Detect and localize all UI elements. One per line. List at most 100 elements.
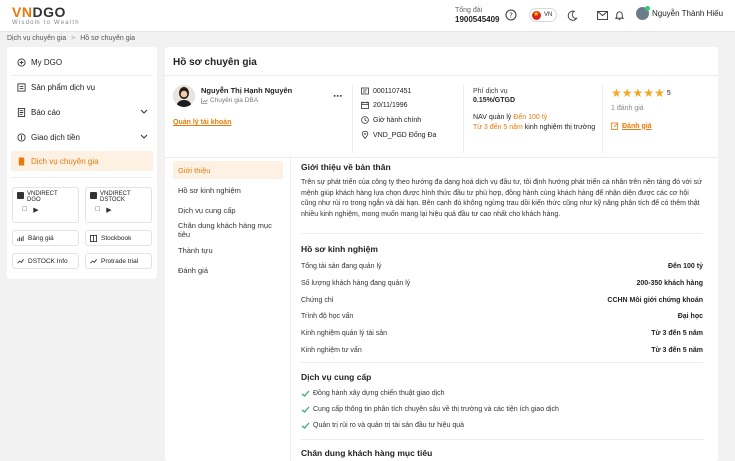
vndirect-logo-icon <box>17 192 24 199</box>
sidebar-divider <box>11 177 153 178</box>
experience-row: Chứng chỉ CCHN Môi giới chứng khoán <box>301 297 703 304</box>
chevron-down-icon[interactable] <box>140 132 148 142</box>
star-icon: ★ <box>621 86 633 100</box>
experience-value: Từ 3 đến 5 năm <box>473 124 523 131</box>
tool-stockbook[interactable]: Stockbook <box>85 230 152 246</box>
experience-key: Số lượng khách hàng đang quản lý <box>301 280 411 287</box>
user-avatar <box>636 6 650 20</box>
breadcrumb-separator: > <box>71 35 76 42</box>
working-hours: Giờ hành chính <box>361 116 421 124</box>
experience-key: Trình độ học vấn <box>301 313 354 320</box>
google-play-icon[interactable]: ▶ <box>106 206 111 214</box>
tool-label: Protrade trial <box>101 257 139 265</box>
sidebar-item-label: Báo cáo <box>31 107 61 117</box>
hotline-label: Tổng đài <box>455 7 483 14</box>
content-divider <box>301 233 703 234</box>
help-icon[interactable]: ? <box>504 8 518 22</box>
service-item: Đồng hành xây dựng chiến thuật giao dịch <box>301 389 445 398</box>
vndirect-logo-icon <box>90 192 97 199</box>
chevron-down-icon[interactable] <box>140 107 148 117</box>
sidebar-item-expert-service[interactable]: Dịch vụ chuyên gia <box>11 151 153 171</box>
service-fee-label: Phí dịch vụ <box>473 88 508 95</box>
expert-role: Chuyên gia DBA <box>201 97 258 104</box>
rating-count: 1 đánh giá <box>611 105 644 112</box>
service-item: Quản trị rủi ro và quản trị tài sản đầu … <box>301 421 464 430</box>
service-item-text: Cung cấp thông tin phân tích chuyên sâu … <box>313 406 559 413</box>
logo-vn: VN <box>12 4 33 20</box>
mail-icon[interactable] <box>595 8 609 22</box>
manage-account-link[interactable]: Quản lý tài khoản <box>173 119 231 126</box>
id-card-icon <box>361 87 369 95</box>
star-icon: ★ <box>632 86 644 100</box>
write-review-link[interactable]: Đánh giá <box>611 122 652 130</box>
tab-target-customers[interactable]: Chân dung khách hàng mục tiêu <box>173 221 283 239</box>
logo-tagline: Wisdom to Wealth <box>12 20 80 26</box>
target-customers-title: Chân dung khách hàng mục tiêu <box>301 448 433 458</box>
product-icon <box>16 82 26 92</box>
app-card-vndirect-dstock[interactable]: VNDIRECTDSTOCK ▶ <box>85 187 152 223</box>
tool-price-board[interactable]: Bảng giá <box>12 230 79 246</box>
service-item-text: Quản trị rủi ro và quản trị tài sản đầu … <box>313 422 464 429</box>
sidebar-item-my-dgo[interactable]: My DGO <box>11 52 153 72</box>
edit-icon <box>611 122 619 130</box>
money-transaction-icon <box>16 132 26 142</box>
services-title: Dịch vụ cung cấp <box>301 372 372 382</box>
breadcrumb-item-expert-profile: Hồ sơ chuyên gia <box>80 35 136 42</box>
rating-summary: ★ ★ ★ ★ ★ 5 1 đánh giá Đánh giá <box>611 87 671 130</box>
user-menu[interactable]: Nguyễn Thành Hiếu <box>636 6 723 20</box>
tab-services[interactable]: Dịch vụ cung cấp <box>173 201 283 219</box>
dark-mode-moon-icon[interactable] <box>565 8 579 22</box>
more-options-icon[interactable]: ⋯ <box>333 91 343 102</box>
google-play-icon[interactable]: ▶ <box>33 206 38 214</box>
main-panel: Hồ sơ chuyên gia Nguyễn Thị Hạnh Nguyên … <box>165 47 718 461</box>
experience-row: Số lượng khách hàng đang quản lý 200-350 … <box>301 280 703 287</box>
rating-stars: ★ ★ ★ ★ ★ 5 <box>611 87 671 99</box>
sidebar-item-reports[interactable]: Báo cáo <box>11 102 153 122</box>
sidebar-item-money-transaction[interactable]: Giao dịch tiền <box>11 127 153 147</box>
clock-icon <box>361 116 369 124</box>
tab-reviews[interactable]: Đánh giá <box>173 261 283 279</box>
svg-text:?: ? <box>509 12 513 20</box>
tool-protrade-trial[interactable]: Protrade trial <box>85 253 152 269</box>
tab-achievements[interactable]: Thành tựu <box>173 241 283 259</box>
app-card-vndirect-dgo[interactable]: VNDIRECTDGO ▶ <box>12 187 79 223</box>
sidebar-item-products[interactable]: Sản phẩm dịch vụ <box>11 77 153 97</box>
info-divider <box>602 85 603 153</box>
hotline: Tổng đài 1900545409 <box>455 6 500 24</box>
info-divider <box>463 85 464 153</box>
apple-store-icon[interactable]:  <box>95 206 100 214</box>
sidebar-item-label: My DGO <box>31 57 63 67</box>
sidebar-divider <box>11 75 153 76</box>
notification-bell-icon[interactable] <box>612 8 626 22</box>
nav-value: Đến 100 tỷ <box>513 114 548 121</box>
page-title: Hồ sơ chuyên gia <box>173 57 257 68</box>
breadcrumb-item-expert-service[interactable]: Dịch vụ chuyên gia <box>7 35 66 42</box>
account-number: 0001107451 <box>361 87 411 95</box>
content-divider <box>301 439 703 440</box>
stockbook-icon <box>90 234 97 242</box>
check-icon <box>301 421 310 430</box>
working-hours-text: Giờ hành chính <box>373 116 422 124</box>
language-selector[interactable]: VN <box>529 8 557 22</box>
apple-store-icon[interactable]:  <box>22 206 27 214</box>
experience-key: Kinh nghiệm quản lý tài sản <box>301 330 387 337</box>
my-dgo-icon <box>16 57 26 67</box>
vndgo-logo[interactable]: VNDGO Wisdom to Wealth <box>12 5 80 26</box>
experience-row: Tổng tài sản đang quản lý Đến 100 tỷ <box>301 263 703 270</box>
date-of-birth: 20/11/1996 <box>361 101 408 109</box>
protrade-icon <box>90 258 97 265</box>
report-icon <box>16 107 26 117</box>
chart-icon <box>201 97 208 104</box>
experience-value: Từ 3 đến 5 năm <box>651 330 703 337</box>
tool-dstock-info[interactable]: DSTOCK Info <box>12 253 79 269</box>
tab-experience[interactable]: Hồ sơ kinh nghiệm <box>173 181 283 199</box>
experience-value: Từ 3 đến 5 năm <box>651 347 703 354</box>
expert-name: Nguyễn Thị Hạnh Nguyên <box>201 86 293 95</box>
info-divider <box>352 85 353 153</box>
app-name-line2: DSTOCK <box>100 197 125 203</box>
section-divider <box>165 157 718 158</box>
experience-title: Hồ sơ kinh nghiệm <box>301 244 378 254</box>
tab-introduction[interactable]: Giới thiệu <box>173 161 283 179</box>
experience-label: kinh nghiệm thị trường <box>524 124 596 131</box>
experience-row: Kinh nghiệm quản lý tài sản Từ 3 đến 5 nă… <box>301 330 703 337</box>
